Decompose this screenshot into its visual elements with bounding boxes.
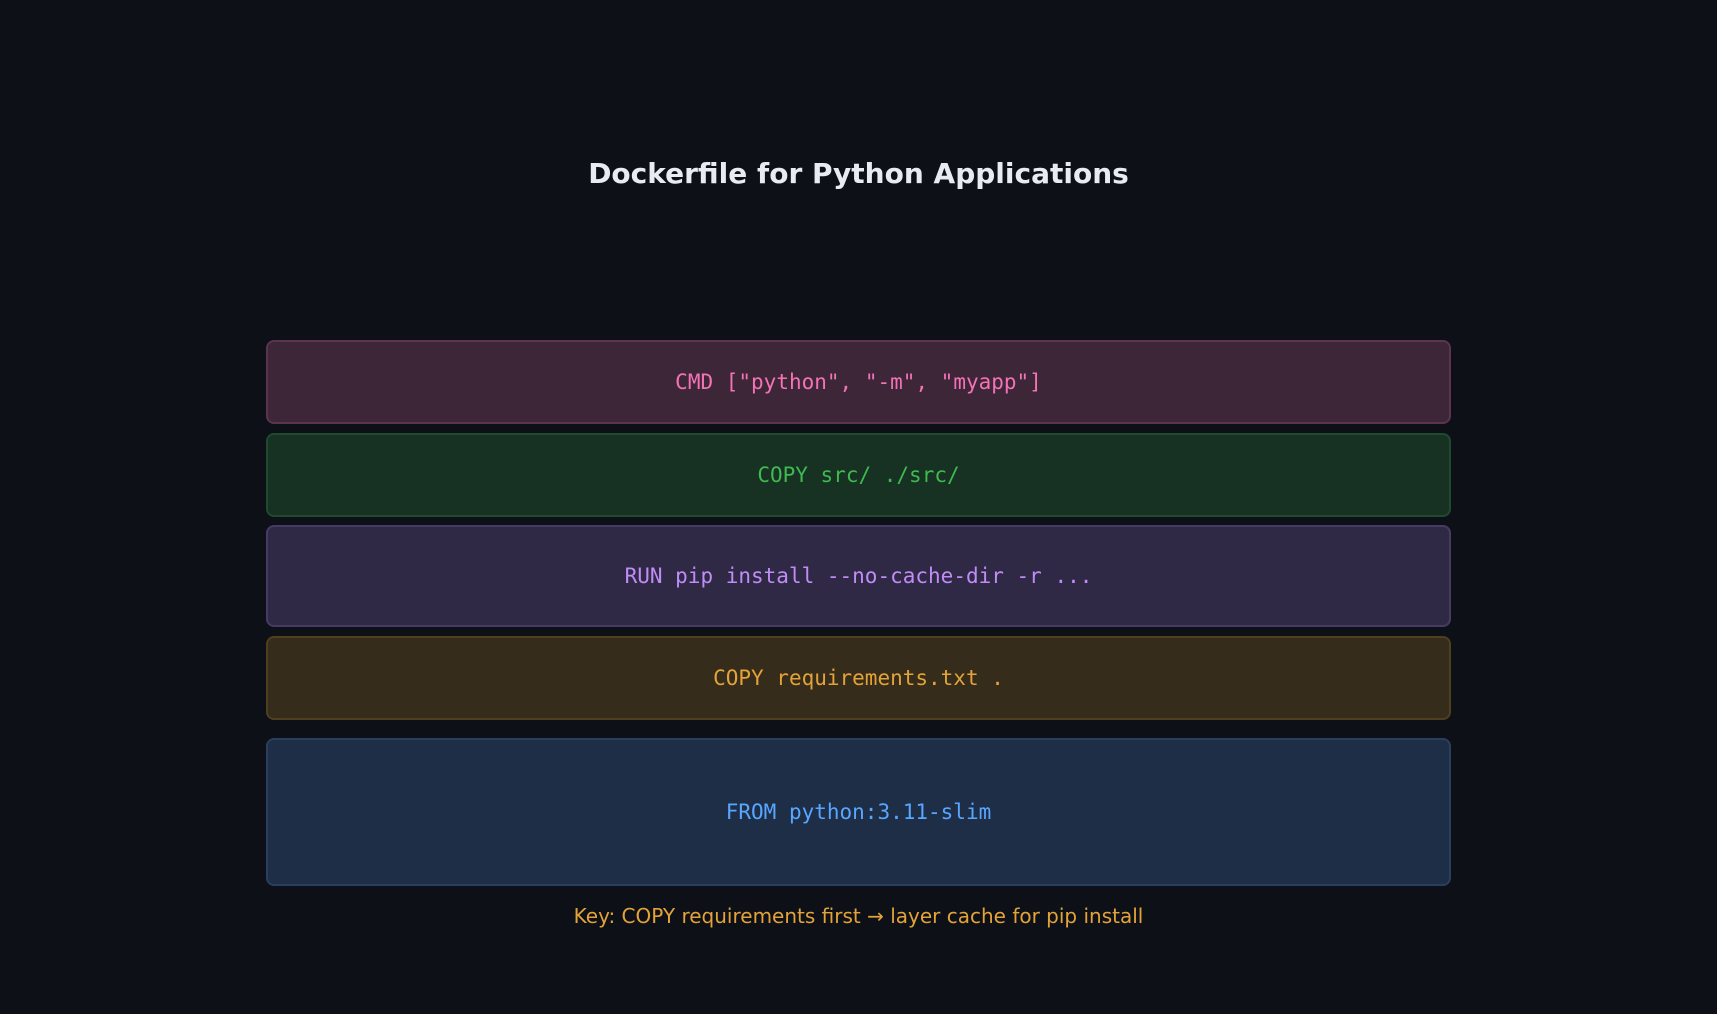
diagram-canvas: Dockerfile for Python Applications CMD [… [0, 0, 1717, 1014]
layer-run-pip: RUN pip install --no-cache-dir -r ... [266, 525, 1451, 627]
layer-copy-requirements-text: COPY requirements.txt . [713, 666, 1004, 690]
layer-cmd: CMD ["python", "-m", "myapp"] [266, 340, 1451, 424]
diagram-title: Dockerfile for Python Applications [588, 157, 1129, 190]
layer-from-base-text: FROM python:3.11-slim [725, 800, 992, 824]
layer-run-pip-text: RUN pip install --no-cache-dir -r ... [624, 564, 1093, 588]
layer-from-base: FROM python:3.11-slim [266, 738, 1451, 886]
layer-copy-src-text: COPY src/ ./src/ [757, 463, 960, 487]
layer-copy-src: COPY src/ ./src/ [266, 433, 1451, 517]
key-note: Key: COPY requirements first → layer cac… [573, 904, 1144, 928]
layer-copy-requirements: COPY requirements.txt . [266, 636, 1451, 720]
layer-cmd-text: CMD ["python", "-m", "myapp"] [675, 370, 1042, 394]
